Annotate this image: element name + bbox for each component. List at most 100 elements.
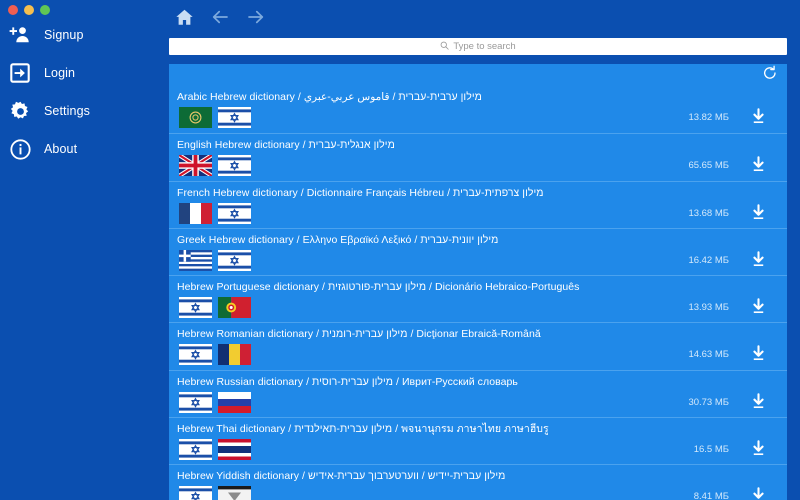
sidebar-item-signup[interactable]: Signup: [0, 16, 152, 54]
navigation-toolbar: [159, 0, 795, 34]
flag-pair: [179, 249, 251, 271]
dictionary-title: Hebrew Russian dictionary / מילון עברית-…: [177, 375, 518, 388]
download-icon: [753, 487, 764, 500]
flag-pair: [179, 439, 251, 461]
close-window-button[interactable]: [8, 5, 18, 15]
download-button[interactable]: [750, 345, 767, 362]
sidebar: Signup Login Settings About: [0, 0, 152, 500]
israel-flag-icon: [218, 249, 251, 271]
search-icon: [440, 37, 450, 55]
list-header: [169, 64, 787, 86]
maximize-window-button[interactable]: [40, 5, 50, 15]
download-button[interactable]: [750, 487, 767, 500]
download-button[interactable]: [750, 440, 767, 457]
download-icon: [753, 345, 764, 361]
israel-flag-icon: [179, 391, 212, 413]
france-flag-icon: [179, 202, 212, 224]
gear-icon: [9, 100, 31, 122]
flag-pair: [179, 202, 251, 224]
home-button[interactable]: [171, 4, 197, 30]
forward-button[interactable]: [243, 4, 269, 30]
minimize-window-button[interactable]: [24, 5, 34, 15]
download-button[interactable]: [750, 108, 767, 125]
login-arrow-icon: [9, 62, 31, 84]
table-row[interactable]: Arabic Hebrew dictionary / מילון ערבית-ע…: [169, 86, 787, 133]
refresh-button[interactable]: [761, 65, 779, 86]
arrow-left-icon: [210, 7, 230, 27]
search-placeholder-text: Type to search: [453, 40, 516, 52]
flag-pair: [179, 107, 251, 128]
portugal-flag-icon: [218, 297, 251, 319]
israel-flag-icon: [218, 107, 251, 128]
sidebar-item-settings[interactable]: Settings: [0, 92, 152, 130]
flag-pair: [179, 391, 251, 413]
table-row[interactable]: Hebrew Thai dictionary / מילון עברית-תאי…: [169, 417, 787, 464]
table-row[interactable]: English Hebrew dictionary / מילון אנגלית…: [169, 133, 787, 180]
file-size: 30.73 МБ: [688, 396, 729, 408]
arrow-right-icon: [246, 7, 266, 27]
table-row[interactable]: Greek Hebrew dictionary / Ελληνο Εβραϊκό…: [169, 227, 787, 275]
dictionary-list: Arabic Hebrew dictionary / מילון ערבית-ע…: [169, 86, 787, 500]
download-icon: [753, 298, 764, 314]
back-button[interactable]: [207, 4, 233, 30]
file-size: 13.82 МБ: [688, 112, 729, 123]
file-size: 16.5 МБ: [693, 444, 729, 456]
greece-flag-icon: [179, 249, 212, 271]
table-row[interactable]: Hebrew Romanian dictionary / מילון עברית…: [169, 322, 787, 369]
israel-flag-icon: [218, 155, 251, 177]
sidebar-item-label: About: [44, 142, 78, 156]
dictionary-title: French Hebrew dictionary / Dictionnaire …: [177, 186, 544, 199]
uk-flag-icon: [179, 155, 212, 177]
table-row[interactable]: Hebrew Russian dictionary / מילון עברית-…: [169, 369, 787, 417]
file-size: 13.93 МБ: [688, 302, 729, 314]
refresh-icon: [762, 65, 778, 86]
file-size: 8.41 МБ: [693, 491, 729, 500]
download-button[interactable]: [750, 203, 767, 221]
download-button[interactable]: [750, 156, 767, 173]
app-window: Signup Login Settings About Type to sear…: [0, 0, 800, 500]
romania-flag-icon: [218, 344, 251, 366]
download-icon: [753, 108, 764, 124]
israel-flag-icon: [179, 486, 212, 500]
home-icon: [175, 8, 194, 27]
sidebar-item-login[interactable]: Login: [0, 54, 152, 92]
dictionary-title: Hebrew Portuguese dictionary / מילון עבר…: [177, 281, 580, 294]
main-area: Type to search Arabic Hebrew dictionary …: [152, 0, 800, 500]
israel-flag-icon: [179, 344, 212, 366]
sidebar-item-about[interactable]: About: [0, 130, 152, 168]
download-button[interactable]: [750, 392, 767, 410]
file-size: 16.42 МБ: [688, 254, 729, 266]
download-icon: [753, 251, 764, 266]
table-row[interactable]: Hebrew Portuguese dictionary / מילון עבר…: [169, 275, 787, 322]
download-icon: [753, 156, 764, 172]
search-bar-container: Type to search: [159, 34, 795, 58]
search-input[interactable]: Type to search: [169, 37, 787, 55]
table-row[interactable]: Hebrew Yiddish dictionary / מילון עברית-…: [169, 464, 787, 500]
download-icon: [753, 392, 764, 408]
dictionary-title: Greek Hebrew dictionary / Ελληνο Εβραϊκό…: [177, 233, 499, 246]
flag-pair: [179, 155, 251, 177]
file-size: 65.65 МБ: [688, 160, 729, 172]
file-size: 13.68 МБ: [688, 207, 729, 219]
file-size: 14.63 МБ: [688, 349, 729, 361]
sidebar-item-label: Signup: [44, 28, 84, 42]
download-button[interactable]: [750, 298, 767, 315]
download-button[interactable]: [750, 251, 767, 268]
russia-flag-icon: [218, 391, 251, 413]
flag-pair: [179, 486, 251, 500]
sidebar-item-label: Settings: [44, 104, 90, 118]
dictionary-title: English Hebrew dictionary / מילון אנגלית…: [177, 139, 395, 152]
israel-flag-icon: [179, 439, 212, 461]
table-row[interactable]: French Hebrew dictionary / Dictionnaire …: [169, 180, 787, 228]
israel-flag-icon: [179, 297, 212, 319]
sidebar-item-label: Login: [44, 66, 76, 80]
dictionary-title: Arabic Hebrew dictionary / מילון ערבית-ע…: [177, 91, 482, 103]
window-controls: [8, 5, 50, 15]
dictionary-title: Hebrew Thai dictionary / מילון עברית-תאי…: [177, 423, 549, 436]
yiddish-flag-icon: [218, 486, 251, 500]
sidebar-nav: Signup Login Settings About: [0, 0, 152, 168]
dictionary-title: Hebrew Romanian dictionary / מילון עברית…: [177, 328, 541, 341]
download-icon: [753, 440, 764, 456]
dictionary-list-panel: Arabic Hebrew dictionary / מילון ערבית-ע…: [169, 64, 787, 500]
dictionary-title: Hebrew Yiddish dictionary / מילון עברית-…: [177, 470, 506, 483]
